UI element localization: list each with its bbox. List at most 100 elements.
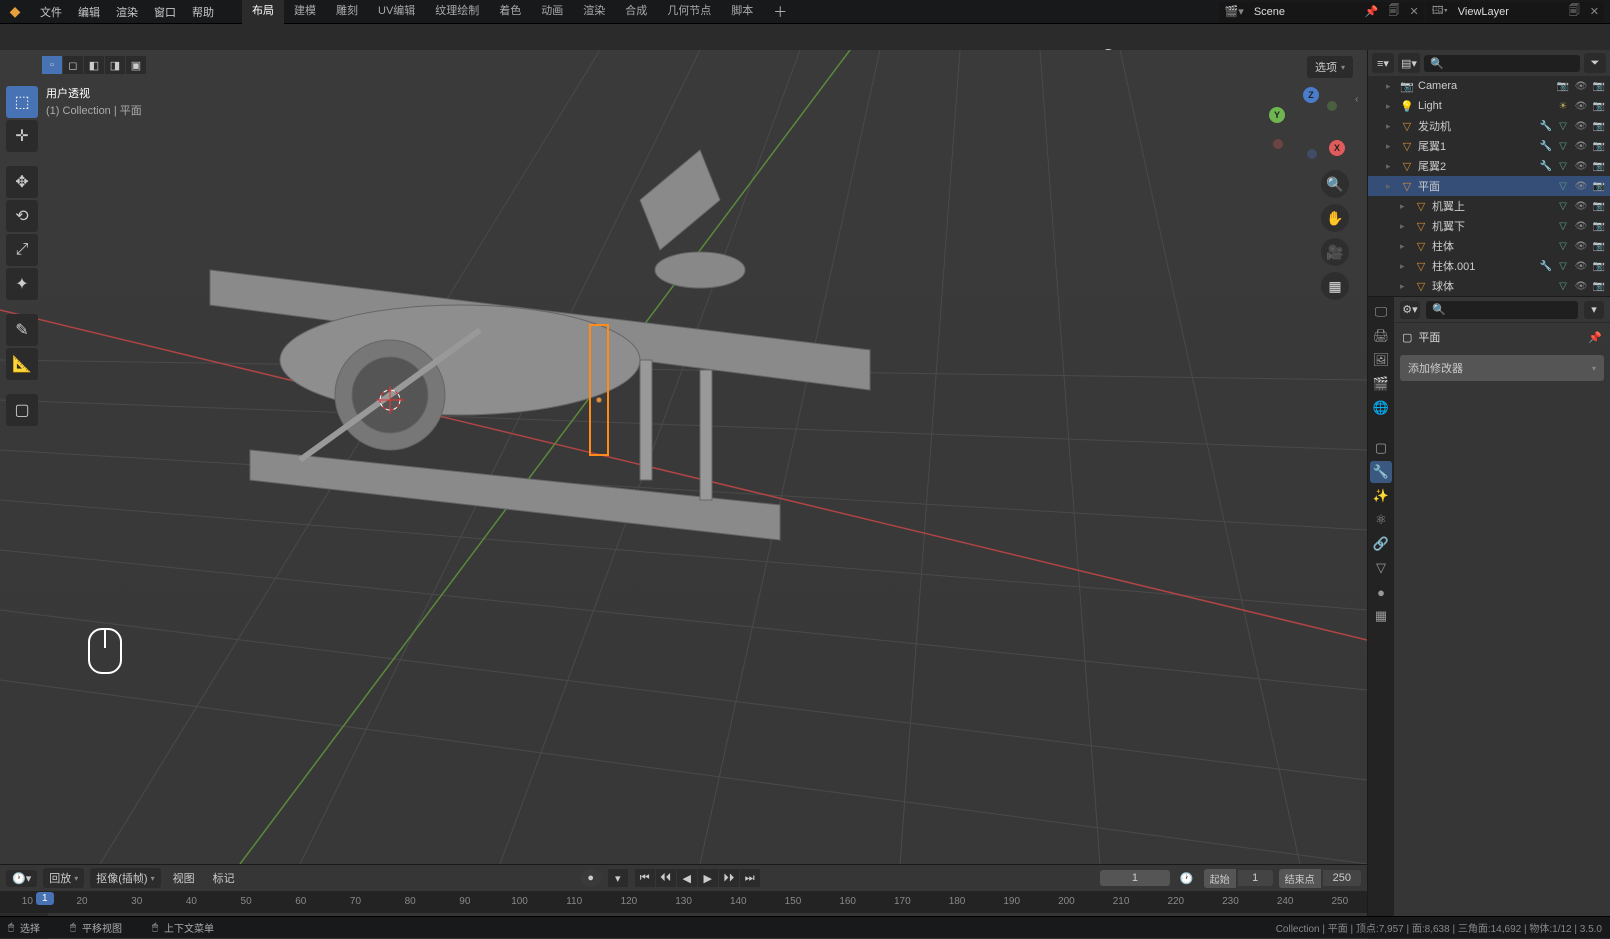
- frame-end[interactable]: 结束点 250: [1279, 869, 1361, 888]
- visibility-eye-icon[interactable]: 👁: [1574, 179, 1588, 193]
- wrench-badge-icon[interactable]: 🔧: [1539, 259, 1553, 273]
- mesh-badge-icon[interactable]: ▽: [1556, 279, 1570, 293]
- prop-tab-output[interactable]: 🖨: [1370, 325, 1392, 347]
- property-options-icon[interactable]: ⚙▾: [1400, 301, 1420, 319]
- disclosure-icon[interactable]: ▸: [1386, 161, 1396, 172]
- menu-render[interactable]: 渲染: [108, 1, 146, 23]
- prop-tab-physics[interactable]: ⚛: [1370, 509, 1392, 531]
- tab-modeling[interactable]: 建模: [284, 0, 326, 26]
- object-name[interactable]: 球体: [1432, 278, 1552, 294]
- nav-camera-icon[interactable]: 🎥: [1321, 238, 1349, 266]
- mesh-badge-icon[interactable]: ▽: [1556, 239, 1570, 253]
- render-toggle-icon[interactable]: 📷: [1592, 79, 1606, 93]
- timeline-keying[interactable]: 抠像(插帧)▾: [90, 868, 160, 888]
- timeline-ruler[interactable]: 1 10203040506070809010011012013014015016…: [0, 891, 1367, 913]
- viewlayer-delete-icon[interactable]: ✕: [1585, 5, 1604, 18]
- menu-window[interactable]: 窗口: [146, 1, 184, 23]
- tab-layout[interactable]: 布局: [242, 0, 284, 26]
- prop-tab-mesh[interactable]: ▽: [1370, 557, 1392, 579]
- tab-rendering[interactable]: 渲染: [573, 0, 615, 26]
- timeline-menu-marker[interactable]: 标记: [207, 867, 241, 889]
- tab-scripting[interactable]: 脚本: [721, 0, 763, 26]
- timeline-playback[interactable]: 回放▾: [43, 868, 84, 888]
- object-name[interactable]: 平面: [1418, 178, 1552, 194]
- mesh-badge-icon[interactable]: ▽: [1556, 119, 1570, 133]
- viewlayer-new-icon[interactable]: 🗐: [1564, 2, 1585, 21]
- blender-logo-icon[interactable]: ◆: [6, 3, 24, 21]
- timeline-editor-type[interactable]: 🕐▾: [6, 870, 37, 887]
- wrench-badge-icon[interactable]: 🔧: [1539, 159, 1553, 173]
- scene-pin-icon[interactable]: 📌: [1360, 5, 1384, 18]
- outliner-row[interactable]: ▸▽机翼下▽👁📷: [1368, 216, 1610, 236]
- disclosure-icon[interactable]: ▸: [1386, 121, 1396, 132]
- mesh-badge-icon[interactable]: ▽: [1556, 219, 1570, 233]
- outliner-row[interactable]: ▸▽尾翼1🔧▽👁📷: [1368, 136, 1610, 156]
- nav-axis-neg-x[interactable]: [1273, 139, 1283, 149]
- object-name[interactable]: 尾翼2: [1418, 158, 1535, 174]
- render-toggle-icon[interactable]: 📷: [1592, 99, 1606, 113]
- mesh-badge-icon[interactable]: ▽: [1556, 159, 1570, 173]
- object-name[interactable]: 发动机: [1418, 118, 1535, 134]
- visibility-eye-icon[interactable]: 👁: [1574, 199, 1588, 213]
- scene-delete-icon[interactable]: ✕: [1405, 5, 1424, 18]
- property-options-dropdown[interactable]: ▾: [1584, 301, 1604, 319]
- viewport-3d[interactable]: ▫ ◻ ◧ ◨ ▣ 选项 ▾ ‹ ⬚ ✛ ✥ ⟲ ⤢ ✦ ✎: [0, 50, 1367, 864]
- clock-icon[interactable]: 🕐: [1180, 872, 1194, 885]
- current-frame-field[interactable]: 1: [1100, 870, 1170, 886]
- outliner-display-mode[interactable]: ▤▾: [1398, 53, 1420, 73]
- scene-name[interactable]: Scene: [1250, 4, 1360, 20]
- wrench-badge-icon[interactable]: 🔧: [1539, 119, 1553, 133]
- start-value[interactable]: 1: [1238, 870, 1273, 886]
- scene-selector[interactable]: 🎬▾ Scene 📌 🗐 ✕: [1219, 2, 1424, 22]
- visibility-eye-icon[interactable]: 👁: [1574, 99, 1588, 113]
- visibility-eye-icon[interactable]: 👁: [1574, 219, 1588, 233]
- breadcrumb-name[interactable]: 平面: [1418, 329, 1440, 345]
- tool-rotate[interactable]: ⟲: [6, 200, 38, 232]
- object-name[interactable]: Light: [1418, 100, 1552, 112]
- prop-tab-constraints[interactable]: 🔗: [1370, 533, 1392, 555]
- render-toggle-icon[interactable]: 📷: [1592, 219, 1606, 233]
- disclosure-icon[interactable]: ▸: [1400, 221, 1410, 232]
- wrench-badge-icon[interactable]: 🔧: [1539, 139, 1553, 153]
- viewport-options-button[interactable]: 选项 ▾: [1307, 56, 1353, 78]
- play-prev-key[interactable]: ⏴⏴: [656, 869, 676, 887]
- prop-tab-object[interactable]: ▢: [1370, 437, 1392, 459]
- nav-axis-neg-y[interactable]: [1327, 101, 1337, 111]
- nav-axis-z[interactable]: Z: [1303, 87, 1319, 103]
- play-reverse[interactable]: ◀: [677, 869, 697, 887]
- tool-scale[interactable]: ⤢: [6, 234, 38, 266]
- object-name[interactable]: 柱体: [1432, 238, 1552, 254]
- outliner-row[interactable]: ▸📷Camera📷👁📷: [1368, 76, 1610, 96]
- viewlayer-selector[interactable]: 🖽▾ ViewLayer 🗐 ✕: [1426, 2, 1604, 22]
- play-jump-start[interactable]: ⏮: [635, 869, 655, 887]
- menu-file[interactable]: 文件: [32, 1, 70, 23]
- nav-pan-icon[interactable]: ✋: [1321, 204, 1349, 232]
- render-toggle-icon[interactable]: 📷: [1592, 139, 1606, 153]
- scene-new-icon[interactable]: 🗐: [1384, 2, 1405, 21]
- prop-tab-modifiers[interactable]: 🔧: [1370, 461, 1392, 483]
- outliner-row[interactable]: ▸▽发动机🔧▽👁📷: [1368, 116, 1610, 136]
- mesh-badge-icon[interactable]: ▽: [1556, 139, 1570, 153]
- mesh-badge-icon[interactable]: ▽: [1556, 179, 1570, 193]
- add-modifier-button[interactable]: 添加修改器 ▾: [1400, 355, 1604, 381]
- render-toggle-icon[interactable]: 📷: [1592, 199, 1606, 213]
- tab-add-workspace[interactable]: ＋: [763, 0, 797, 26]
- select-mode-4[interactable]: ◨: [105, 56, 125, 74]
- tool-move[interactable]: ✥: [6, 166, 38, 198]
- outliner-filter-icon[interactable]: ⏷: [1584, 53, 1606, 73]
- frame-start[interactable]: 起始 1: [1204, 869, 1273, 888]
- disclosure-icon[interactable]: ▸: [1386, 141, 1396, 152]
- prop-tab-render[interactable]: 🖵: [1370, 301, 1392, 323]
- nav-axis-neg-z[interactable]: [1307, 149, 1317, 159]
- visibility-eye-icon[interactable]: 👁: [1574, 279, 1588, 293]
- disclosure-icon[interactable]: ▸: [1400, 241, 1410, 252]
- tool-select-box[interactable]: ⬚: [6, 86, 38, 118]
- prop-tab-texture[interactable]: ▦: [1370, 605, 1392, 627]
- menu-help[interactable]: 帮助: [184, 1, 222, 23]
- tab-sculpt[interactable]: 雕刻: [326, 0, 368, 26]
- outliner-row[interactable]: ▸▽平面▽👁📷: [1368, 176, 1610, 196]
- visibility-eye-icon[interactable]: 👁: [1574, 259, 1588, 273]
- tab-texture[interactable]: 纹理绘制: [425, 0, 489, 26]
- pin-icon[interactable]: 📌: [1588, 331, 1602, 344]
- nav-gizmo[interactable]: Z Y X: [1271, 85, 1347, 161]
